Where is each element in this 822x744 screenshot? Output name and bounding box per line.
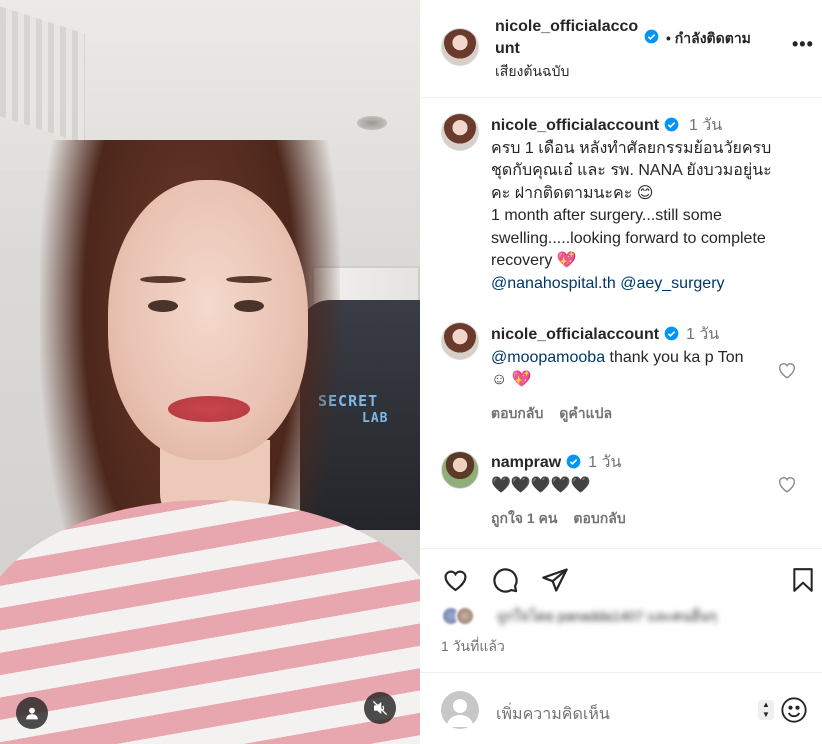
mention-link[interactable]: @moopamooba bbox=[491, 349, 605, 366]
section-divider bbox=[420, 548, 822, 549]
add-comment-input[interactable]: เพิ่มความคิดเห็น bbox=[496, 702, 610, 727]
share-icon[interactable] bbox=[541, 566, 569, 594]
post-date[interactable]: 1 วันที่แล้ว bbox=[441, 636, 505, 658]
caption-username[interactable]: nicole_officialaccount bbox=[491, 117, 659, 134]
comment-username[interactable]: nicole_officialaccount bbox=[491, 326, 659, 343]
emoji-icon[interactable] bbox=[780, 696, 808, 724]
media-eye-right bbox=[234, 300, 264, 312]
post-side-panel: nicole_officialaccount • กำลังติดตาม •••… bbox=[420, 0, 822, 744]
verified-icon bbox=[566, 454, 581, 469]
verified-icon bbox=[664, 117, 679, 132]
comment-time[interactable]: 1 วัน bbox=[686, 326, 719, 343]
add-comment-bar: เพิ่มความคิดเห็น ▲ ▼ bbox=[420, 672, 822, 744]
like-heart-icon[interactable] bbox=[441, 566, 470, 594]
verified-icon bbox=[644, 29, 659, 44]
caption-body: nicole_officialaccount 1 วัน ครบ 1 เดือน… bbox=[491, 115, 791, 295]
author-avatar[interactable] bbox=[441, 28, 479, 66]
media-eye-left bbox=[148, 300, 178, 312]
caption-avatar[interactable] bbox=[441, 113, 479, 151]
mention-link[interactable]: @aey_surgery bbox=[620, 275, 724, 292]
current-user-avatar bbox=[441, 691, 479, 729]
mention-link[interactable]: @nanahospital.th bbox=[491, 275, 616, 292]
reply-button[interactable]: ตอบกลับ bbox=[573, 510, 625, 526]
media-ceiling-light bbox=[357, 116, 387, 130]
comment-body: nampraw 1 วัน 🖤🖤🖤🖤🖤 bbox=[491, 452, 781, 497]
following-button[interactable]: • กำลังติดตาม bbox=[666, 28, 751, 50]
original-audio-link[interactable]: เสียงต้นฉบับ bbox=[495, 61, 569, 83]
post-actions bbox=[420, 560, 822, 600]
media-brow-right bbox=[226, 276, 272, 283]
liker-avatars bbox=[441, 606, 489, 626]
input-stepper-icon[interactable]: ▲ ▼ bbox=[758, 700, 774, 720]
see-translation-button[interactable]: ดูคำแปล bbox=[559, 405, 612, 421]
comment-icon[interactable] bbox=[491, 566, 519, 594]
verified-icon bbox=[664, 326, 679, 341]
comment-time[interactable]: 1 วัน bbox=[588, 454, 621, 471]
post-media[interactable]: SECRET LAB bbox=[0, 0, 420, 744]
media-brow-left bbox=[140, 276, 186, 283]
comments-list[interactable]: nicole_officialaccount 1 วัน ครบ 1 เดือน… bbox=[420, 99, 822, 548]
more-options-button[interactable]: ••• bbox=[792, 34, 814, 55]
bookmark-icon[interactable] bbox=[790, 566, 816, 594]
post-header: nicole_officialaccount • กำลังติดตาม •••… bbox=[420, 0, 822, 98]
user-tag-icon bbox=[26, 707, 38, 720]
comment-meta: ถูกใจ 1 คน ตอบกลับ bbox=[491, 508, 638, 530]
mute-icon bbox=[372, 700, 388, 716]
reply-button[interactable]: ตอบกลับ bbox=[491, 405, 543, 421]
comment-text: 🖤🖤🖤🖤🖤 bbox=[491, 476, 591, 494]
author-username[interactable]: nicole_officialaccount bbox=[495, 16, 643, 60]
caption-text-thai: ครบ 1 เดือน หลังทำศัลยกรรมย้อนวัยครบชุดก… bbox=[491, 139, 772, 202]
comment-body: nicole_officialaccount 1 วัน @moopamooba… bbox=[491, 324, 756, 392]
comment-avatar[interactable] bbox=[441, 322, 479, 360]
media-shirt bbox=[0, 500, 420, 744]
comment-like-heart-icon[interactable] bbox=[776, 359, 798, 381]
mute-button[interactable] bbox=[364, 692, 396, 724]
tagged-users-button[interactable] bbox=[16, 697, 48, 729]
comment-username[interactable]: nampraw bbox=[491, 454, 561, 471]
liked-by-text: ถูกใจโดย panadda1407 และคนอื่นๆ bbox=[497, 608, 717, 624]
media-lips bbox=[168, 396, 250, 422]
caption-text-english: 1 month after surgery...still some swell… bbox=[491, 207, 766, 269]
comment-likes-count[interactable]: ถูกใจ 1 คน bbox=[491, 510, 558, 526]
comment-avatar[interactable] bbox=[441, 451, 479, 489]
comment-meta: ตอบกลับ ดูคำแปล bbox=[491, 403, 624, 425]
caption-time[interactable]: 1 วัน bbox=[689, 117, 722, 134]
comment-like-heart-icon[interactable] bbox=[776, 473, 798, 495]
liked-by[interactable]: ถูกใจโดย panadda1407 และคนอื่นๆ bbox=[441, 604, 811, 628]
